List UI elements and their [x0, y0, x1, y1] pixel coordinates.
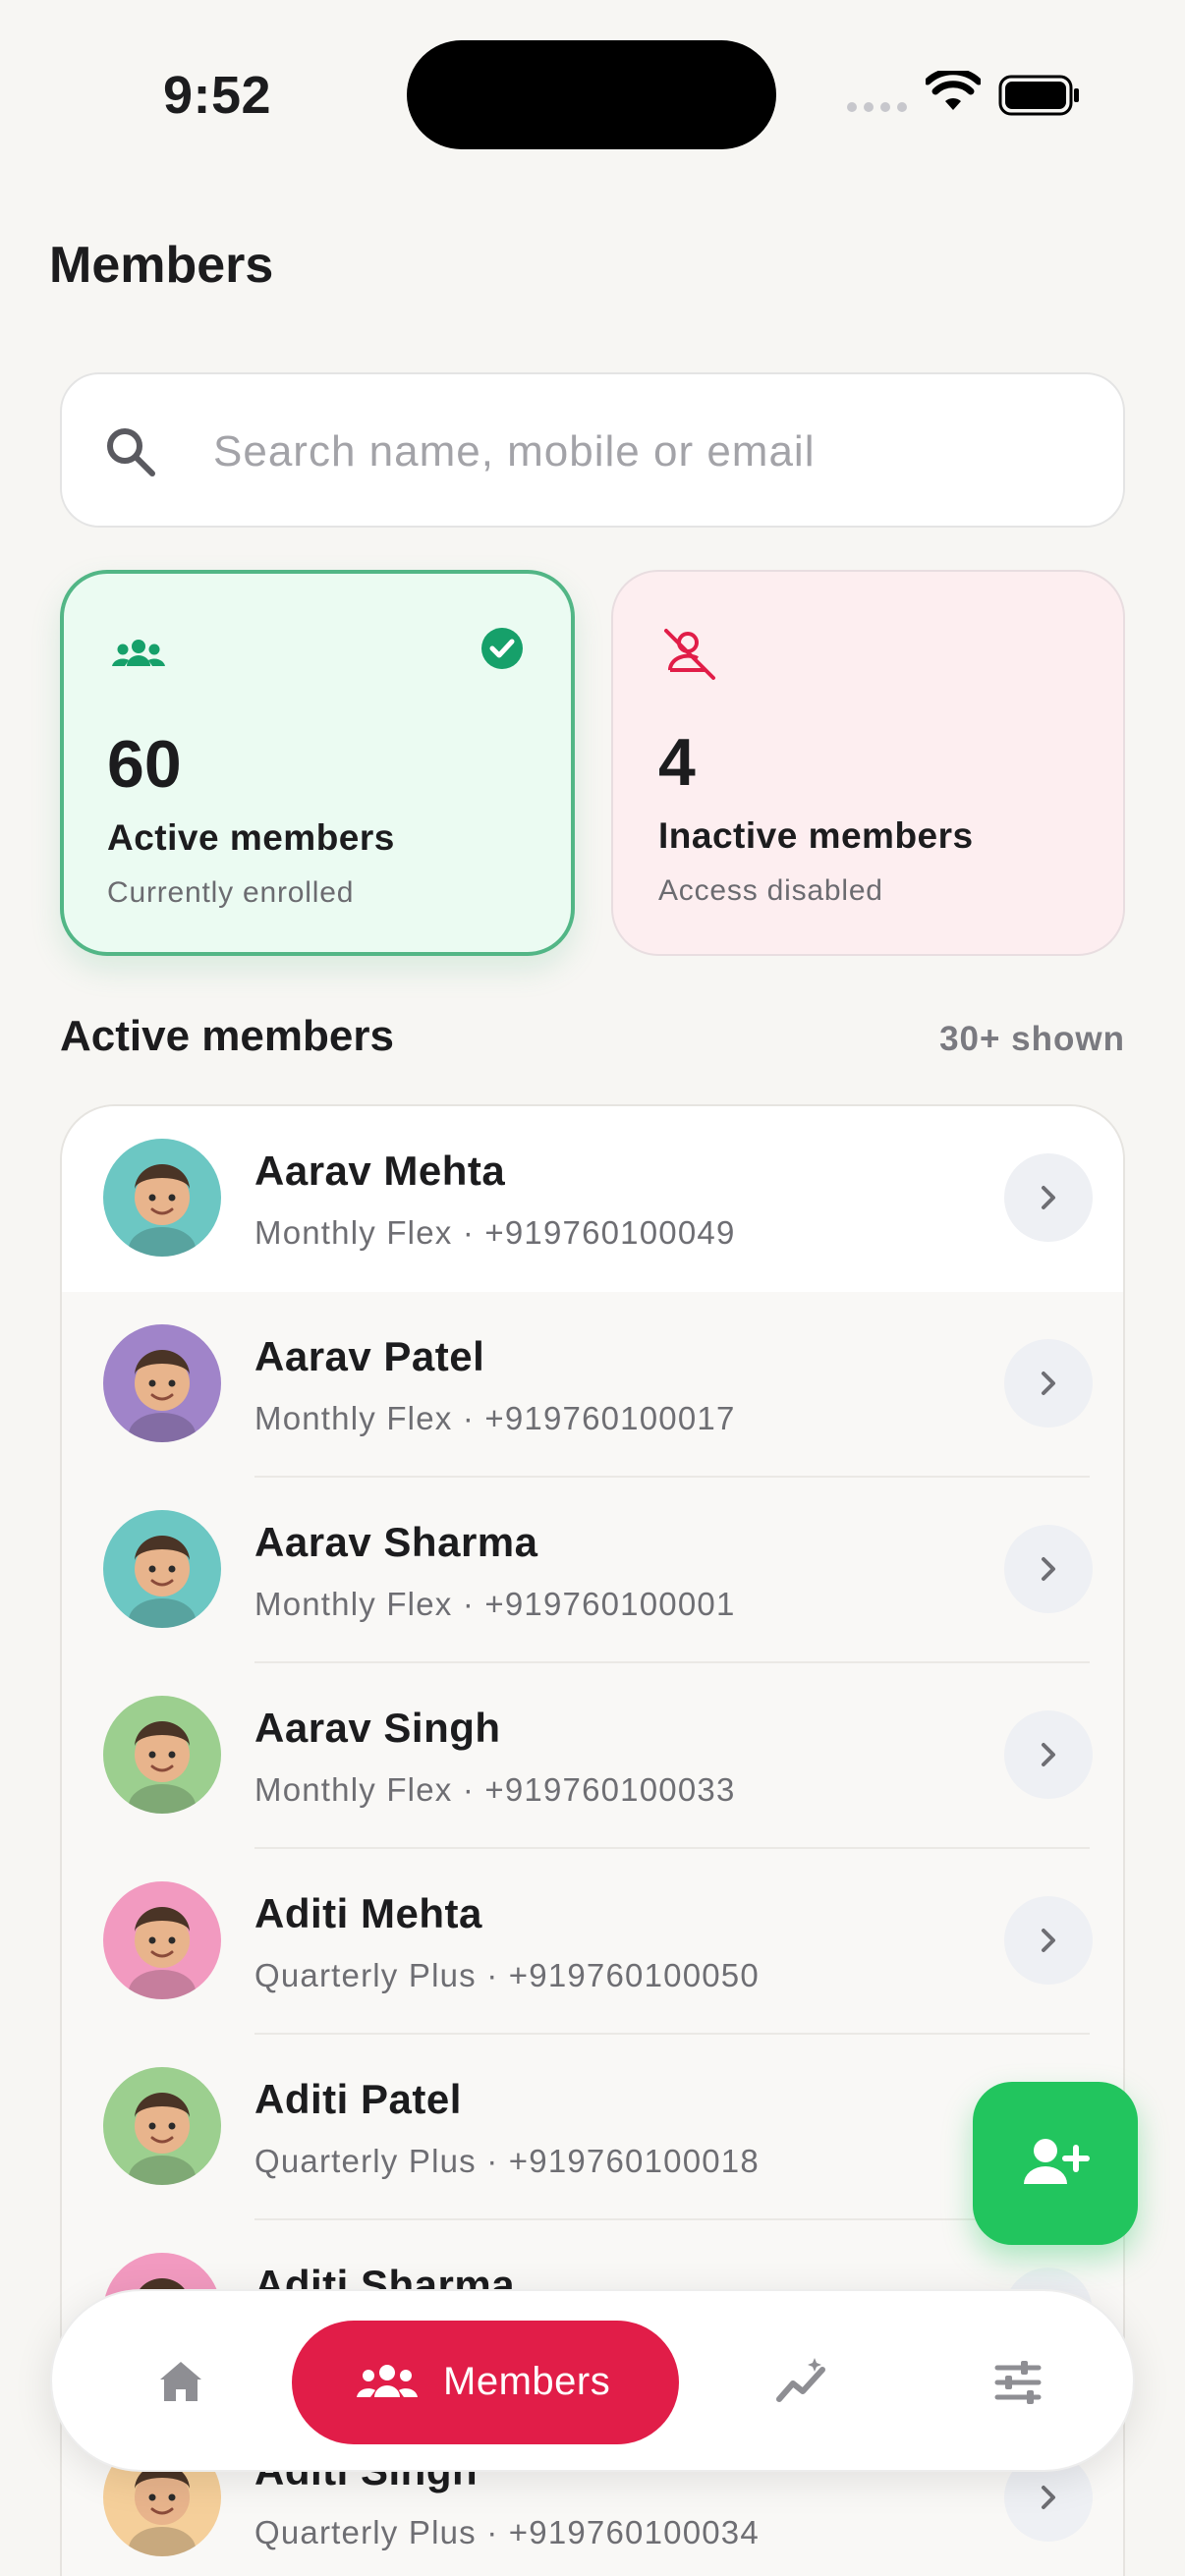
member-meta: Quarterly Plus · +919760100034	[254, 2514, 760, 2550]
member-meta: Monthly Flex · +919760100001	[254, 1586, 736, 1622]
member-name: Aarav Singh	[254, 1705, 501, 1751]
avatar	[103, 1510, 221, 1628]
add-member-button[interactable]	[973, 2082, 1138, 2245]
members-group-icon	[112, 640, 165, 666]
user-plus-icon	[1024, 2139, 1090, 2184]
member-meta: Quarterly Plus · +919760100018	[254, 2143, 760, 2179]
status-bar: 9:52	[0, 0, 1185, 196]
section-title: Active members	[60, 1012, 394, 1060]
battery-icon	[998, 75, 1079, 116]
search-input[interactable]	[213, 414, 1078, 490]
members-icon	[357, 2365, 418, 2397]
wifi-icon	[926, 71, 981, 110]
member-row[interactable]: Aditi Mehta Quarterly Plus · +9197601000…	[62, 1849, 1123, 2035]
avatar	[103, 1139, 221, 1257]
member-row[interactable]: Aarav Patel Monthly Flex · +919760100017	[62, 1292, 1123, 1478]
active-count: 60	[107, 727, 182, 802]
avatar	[103, 1324, 221, 1442]
active-members-card[interactable]: 60 Active members Currently enrolled	[60, 570, 575, 956]
settings-sliders-icon[interactable]	[984, 2348, 1052, 2417]
avatar	[103, 1696, 221, 1814]
member-meta: Monthly Flex · +919760100017	[254, 1400, 736, 1436]
search-icon	[107, 428, 155, 476]
member-meta: Monthly Flex · +919760100049	[254, 1214, 736, 1251]
tab-members-label: Members	[443, 2360, 611, 2403]
chevron-right-icon[interactable]	[1004, 1525, 1093, 1613]
analytics-icon[interactable]	[767, 2348, 836, 2417]
bottom-navigation: Members	[50, 2289, 1135, 2472]
member-row[interactable]: Aarav Sharma Monthly Flex · +91976010000…	[62, 1478, 1123, 1663]
page-title: Members	[49, 237, 274, 294]
avatar	[103, 2067, 221, 2185]
member-row[interactable]: Aditi Patel Quarterly Plus · +9197601000…	[62, 2035, 1123, 2220]
member-name: Aarav Mehta	[254, 1148, 506, 1194]
inactive-members-card[interactable]: 4 Inactive members Access disabled	[611, 570, 1125, 956]
inactive-sub: Access disabled	[658, 874, 883, 907]
chevron-right-icon[interactable]	[1004, 1153, 1093, 1242]
member-meta: Quarterly Plus · +919760100050	[254, 1957, 760, 1993]
cellular-signal-icon	[847, 102, 907, 112]
chevron-right-icon[interactable]	[1004, 1710, 1093, 1799]
home-icon[interactable]	[146, 2348, 215, 2417]
member-name: Aarav Sharma	[254, 1519, 538, 1565]
member-name: Aditi Patel	[254, 2076, 462, 2122]
inactive-label: Inactive members	[658, 815, 974, 856]
section-count: 30+ shown	[939, 1020, 1125, 1058]
dynamic-island	[407, 40, 776, 149]
member-meta: Monthly Flex · +919760100033	[254, 1771, 736, 1808]
user-off-icon	[664, 629, 715, 680]
member-row[interactable]: Aarav Singh Monthly Flex · +919760100033	[62, 1663, 1123, 1849]
active-label: Active members	[107, 817, 395, 858]
active-sub: Currently enrolled	[107, 876, 355, 909]
chevron-right-icon[interactable]	[1004, 1339, 1093, 1428]
avatar	[103, 1881, 221, 1999]
search-bar[interactable]	[60, 372, 1125, 528]
member-name: Aarav Patel	[254, 1333, 485, 1379]
tab-members[interactable]: Members	[292, 2321, 679, 2444]
inactive-count: 4	[658, 725, 696, 800]
member-row[interactable]: Aarav Mehta Monthly Flex · +919760100049	[62, 1106, 1123, 1292]
member-name: Aditi Mehta	[254, 1890, 482, 1936]
check-circle-icon	[481, 628, 523, 669]
status-time: 9:52	[163, 66, 272, 125]
chevron-right-icon[interactable]	[1004, 1896, 1093, 1985]
